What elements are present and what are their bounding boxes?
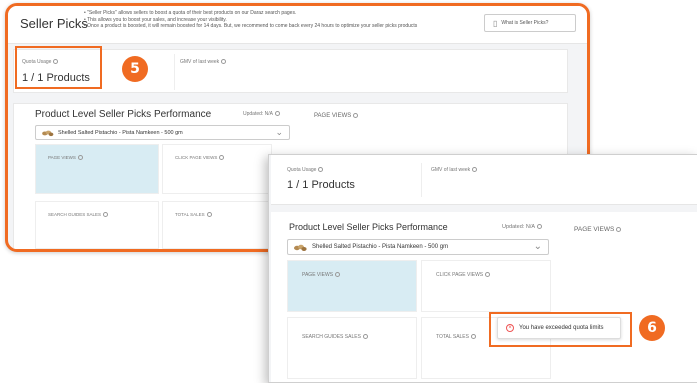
click-page-views-tile: CLICK PAGE VIEWS <box>421 260 551 312</box>
click-page-views-tile: CLICK PAGE VIEWS <box>162 144 272 194</box>
quota-highlight-box <box>15 46 102 89</box>
tile-label-text: PAGE VIEWS <box>302 272 334 278</box>
tile-label: TOTAL SALES <box>175 212 212 218</box>
chevron-down-icon: ⌄ <box>275 127 283 137</box>
info-icon <box>470 334 476 340</box>
info-icon <box>537 224 543 230</box>
description-item: Once a product is boosted, it will remai… <box>84 23 417 30</box>
gmv-text: GMV of last week <box>180 59 220 65</box>
search-guides-sales-tile: SEARCH GUIDES SALES <box>35 201 159 249</box>
product-thumbnail <box>42 130 54 137</box>
what-is-seller-picks-button[interactable]: ▯ What is Seller Picks? <box>484 14 576 32</box>
tile-label-text: PAGE VIEWS <box>48 155 76 160</box>
step-badge-6: 6 <box>639 315 665 341</box>
page-views-tile: PAGE VIEWS <box>287 260 417 312</box>
seller-picks-panel-front: Quota Usage 1 / 1 Products GMV of last w… <box>268 154 697 383</box>
tutorial-composite: Seller Picks "Seller Picks" allows selle… <box>0 0 697 383</box>
info-icon <box>318 167 324 173</box>
performance-title: Product Level Seller Picks Performance <box>35 109 212 120</box>
tile-label: SEARCH GUIDES SALES <box>302 334 368 340</box>
info-icon <box>353 113 359 118</box>
info-icon <box>77 155 83 161</box>
tile-label: CLICK PAGE VIEWS <box>436 272 491 278</box>
info-icon <box>219 155 225 161</box>
page-header: Seller Picks "Seller Picks" allows selle… <box>8 6 587 44</box>
info-icon <box>472 167 478 173</box>
tile-label-text: TOTAL SALES <box>175 212 205 217</box>
product-select-value: Shelled Salted Pistachio - Pista Namkeen… <box>312 244 449 250</box>
info-icon <box>275 111 281 117</box>
help-icon: ▯ <box>493 18 498 28</box>
tile-label: PAGE VIEWS <box>302 272 341 278</box>
page-title: Seller Picks <box>20 16 88 31</box>
step-badge-5: 5 <box>122 56 148 82</box>
tile-label: PAGE VIEWS <box>48 155 83 161</box>
tile-label: TOTAL SALES <box>436 334 476 340</box>
updated-text: Updated: N/A <box>502 224 536 230</box>
info-icon <box>206 212 212 218</box>
tile-label-text: CLICK PAGE VIEWS <box>175 155 218 160</box>
info-icon <box>335 272 341 278</box>
chevron-down-icon: ⌄ <box>533 241 542 252</box>
tile-label: SEARCH GUIDES SALES <box>48 212 109 218</box>
product-thumbnail <box>294 244 307 251</box>
tile-label: CLICK PAGE VIEWS <box>175 155 225 161</box>
info-icon <box>362 334 368 340</box>
gmv-label: GMV of last week <box>431 167 478 173</box>
info-icon <box>221 59 227 65</box>
page-views-tile: PAGE VIEWS <box>35 144 159 194</box>
product-select[interactable]: Shelled Salted Pistachio - Pista Namkeen… <box>35 125 290 140</box>
gmv-label: GMV of last week <box>180 59 227 65</box>
quota-usage-label: Quota Usage <box>287 167 324 173</box>
page-views-side-text: PAGE VIEWS <box>314 113 352 120</box>
total-sales-tile: TOTAL SALES <box>162 201 272 249</box>
search-guides-sales-tile: SEARCH GUIDES SALES <box>287 317 417 379</box>
divider <box>174 54 175 90</box>
info-icon <box>485 272 491 278</box>
info-icon <box>103 212 109 218</box>
toast-highlight-box <box>489 312 632 347</box>
quota-card: Quota Usage 1 / 1 Products GMV of last w… <box>271 155 697 205</box>
page-views-side-text: PAGE VIEWS <box>574 226 615 233</box>
description-list: "Seller Picks" allows sellers to boost a… <box>84 10 417 30</box>
tile-label-text: CLICK PAGE VIEWS <box>436 272 484 278</box>
updated-text: Updated: N/A <box>243 111 274 117</box>
quota-usage-text: Quota Usage <box>287 167 317 173</box>
what-is-seller-picks-label: What is Seller Picks? <box>501 20 549 26</box>
tile-label-text: TOTAL SALES <box>436 334 469 340</box>
gmv-text: GMV of last week <box>431 167 471 173</box>
product-select-value: Shelled Salted Pistachio - Pista Namkeen… <box>58 129 183 136</box>
divider <box>421 163 422 197</box>
performance-title: Product Level Seller Picks Performance <box>289 222 448 232</box>
page-views-side-label: PAGE VIEWS <box>574 226 622 233</box>
tile-label-text: SEARCH GUIDES SALES <box>48 212 102 217</box>
info-icon <box>616 226 622 232</box>
updated-label: Updated: N/A <box>243 111 281 117</box>
updated-label: Updated: N/A <box>502 224 543 230</box>
product-select[interactable]: Shelled Salted Pistachio - Pista Namkeen… <box>287 239 549 255</box>
tile-label-text: SEARCH GUIDES SALES <box>302 334 361 340</box>
page-views-side-label: PAGE VIEWS <box>314 113 359 120</box>
quota-value: 1 / 1 Products <box>287 179 355 191</box>
